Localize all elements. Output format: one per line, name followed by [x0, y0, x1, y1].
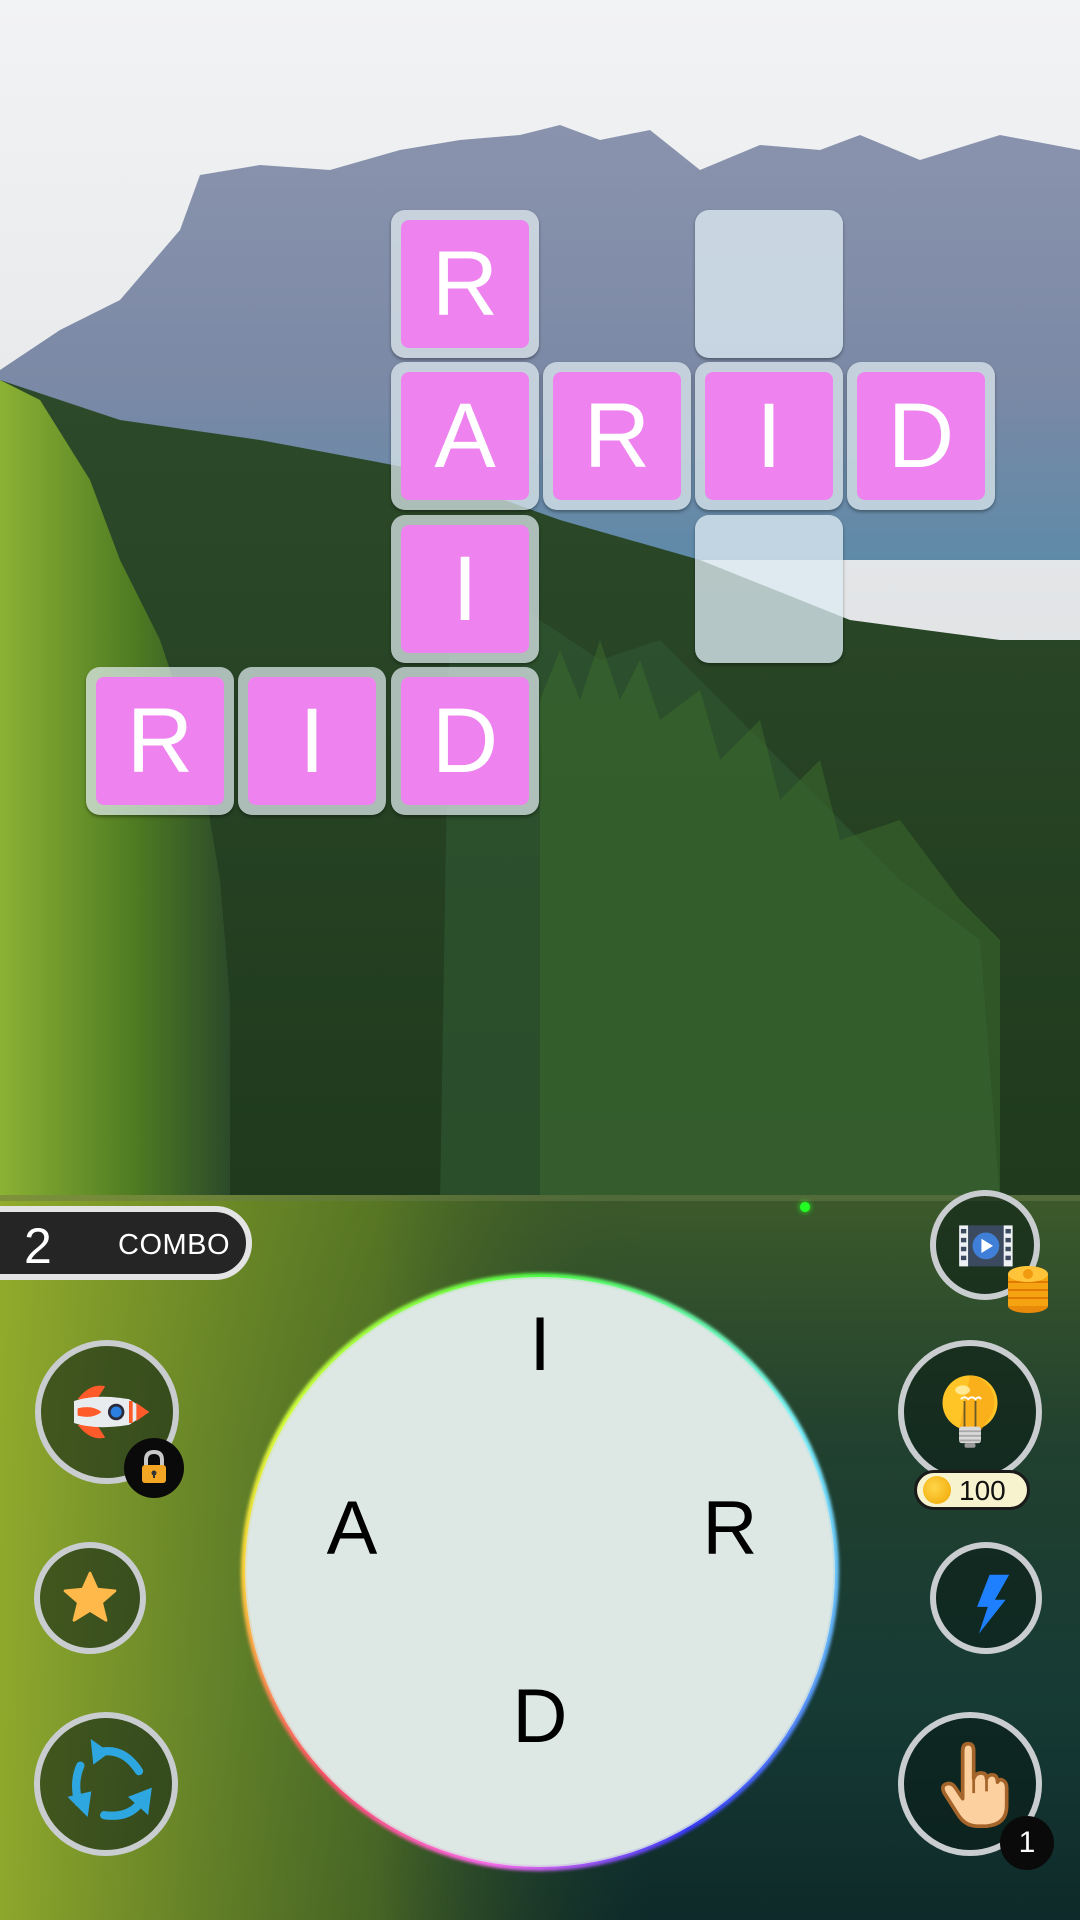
coin-stack-icon: [1008, 1266, 1048, 1313]
shuffle-icon: [67, 1739, 152, 1820]
wheel-letter-top[interactable]: I: [500, 1305, 580, 1385]
shuffle-button[interactable]: [34, 1712, 178, 1856]
grid-tile-empty: [695, 515, 843, 663]
tile-letter: I: [248, 677, 376, 805]
tile-letter: I: [705, 372, 833, 500]
star-icon: [63, 1571, 117, 1622]
tile-letter: R: [401, 220, 529, 348]
lightning-icon: [977, 1574, 1010, 1634]
finger-hint-count-badge: 1: [1000, 1816, 1054, 1870]
tile-letter: R: [96, 677, 224, 805]
grid-tile: I: [391, 515, 539, 663]
tile-letter: I: [401, 525, 529, 653]
grid-tile: D: [391, 667, 539, 815]
grid-tile: R: [86, 667, 234, 815]
lightning-button[interactable]: [930, 1542, 1042, 1654]
lock-icon: [142, 1449, 166, 1483]
glow-dot: [800, 1202, 810, 1212]
combo-label: COMBO: [118, 1229, 231, 1261]
lightbulb-icon: [942, 1375, 998, 1448]
tile-letter: R: [553, 372, 681, 500]
hint-price-tag: 100: [914, 1470, 1030, 1510]
letter-wheel[interactable]: I R D A: [245, 1277, 835, 1867]
wheel-letter-right[interactable]: R: [690, 1489, 770, 1569]
grid-tile: A: [391, 362, 539, 510]
grid-tile: R: [391, 210, 539, 358]
hint-price: 100: [959, 1475, 1006, 1506]
grid-tile: I: [238, 667, 386, 815]
tile-letter: D: [857, 372, 985, 500]
coin-star-icon: [923, 1476, 951, 1504]
grid-tile-empty: [695, 210, 843, 358]
extra-words-button[interactable]: [34, 1542, 146, 1654]
combo-counter: 2 COMBO: [0, 1206, 252, 1280]
grid-tile: I: [695, 362, 843, 510]
tile-letter: A: [401, 372, 529, 500]
grid-tile: R: [543, 362, 691, 510]
wheel-letter-left[interactable]: A: [312, 1489, 392, 1569]
locked-badge: [124, 1438, 184, 1498]
hint-button[interactable]: [898, 1340, 1042, 1484]
grid-tile: D: [847, 362, 995, 510]
combo-count: 2: [24, 1218, 52, 1274]
wheel-letter-bottom[interactable]: D: [500, 1677, 580, 1757]
tile-letter: D: [401, 677, 529, 805]
finger-hint-count: 1: [1018, 1826, 1036, 1859]
